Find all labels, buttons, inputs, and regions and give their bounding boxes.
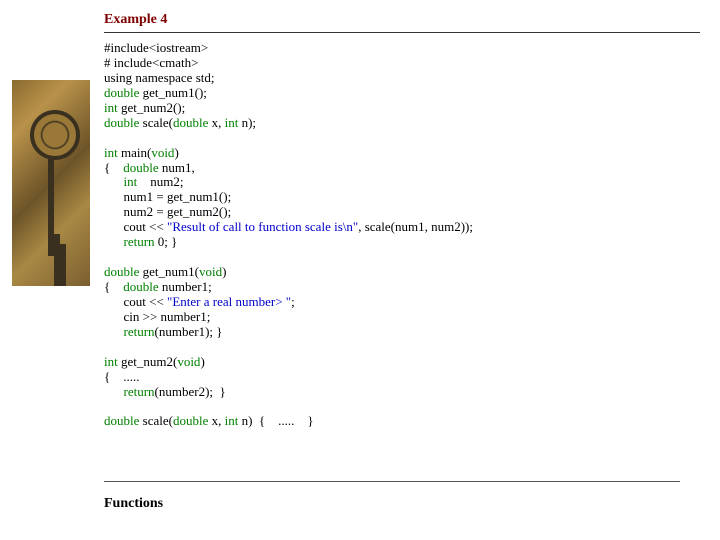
keyword: int (225, 413, 239, 428)
keyword: double (104, 413, 139, 428)
code-line: { ..... (104, 369, 140, 384)
code-text: get_num2(); (118, 100, 186, 115)
footer-text: Functions (104, 496, 163, 512)
code-block: #include<iostream> # include<cmath> usin… (104, 41, 700, 429)
keyword: double (104, 85, 139, 100)
code-line: using namespace std; (104, 70, 214, 85)
code-text: (number2); } (155, 384, 226, 399)
code-text (104, 234, 124, 249)
code-text: get_num1( (139, 264, 199, 279)
string-literal: "Result of call to function scale is\n" (167, 219, 358, 234)
code-text: ) (174, 145, 178, 160)
keyword: void (151, 145, 174, 160)
key-image (12, 80, 90, 286)
code-text: get_num2( (118, 354, 178, 369)
code-text: ) (222, 264, 226, 279)
keyword: void (177, 354, 200, 369)
slide-content: Example 4 #include<iostream> # include<c… (104, 12, 700, 429)
keyword: double (173, 115, 208, 130)
keyword: double (123, 279, 158, 294)
code-text: get_num1(); (139, 85, 207, 100)
code-text: { (104, 279, 123, 294)
code-text: ; (291, 294, 295, 309)
keyword: double (104, 264, 139, 279)
keyword: double (123, 160, 158, 175)
code-text (104, 384, 124, 399)
keyword: double (173, 413, 208, 428)
code-text: { (104, 160, 123, 175)
code-text: n) { ..... } (238, 413, 313, 428)
keyword: return (124, 324, 155, 339)
code-text: num2; (137, 174, 183, 189)
code-text: main( (118, 145, 152, 160)
keyword: int (225, 115, 239, 130)
slide-title: Example 4 (104, 12, 700, 28)
code-line: cin >> number1; (104, 309, 210, 324)
keyword: double (104, 115, 139, 130)
footer-rule (104, 481, 680, 482)
code-text: (number1); } (155, 324, 223, 339)
keyword: return (124, 234, 155, 249)
code-text: ) (200, 354, 204, 369)
code-text: 0; } (155, 234, 178, 249)
code-line: # include<cmath> (104, 55, 198, 70)
code-text: cout << (104, 219, 167, 234)
code-text: x, (208, 115, 224, 130)
code-line: num1 = get_num1(); (104, 189, 231, 204)
code-text: x, (208, 413, 224, 428)
code-text: num1, (159, 160, 195, 175)
code-text: n); (238, 115, 256, 130)
code-line: num2 = get_num2(); (104, 204, 231, 219)
keyword: int (104, 354, 118, 369)
keyword: int (124, 174, 138, 189)
title-rule (104, 32, 700, 33)
code-text: number1; (159, 279, 212, 294)
code-text: scale( (139, 413, 173, 428)
keyword: int (104, 145, 118, 160)
code-text: scale( (139, 115, 173, 130)
keyword: void (199, 264, 222, 279)
keyword: int (104, 100, 118, 115)
string-literal: "Enter a real number> " (167, 294, 291, 309)
code-text (104, 324, 124, 339)
keyword: return (124, 384, 155, 399)
code-text: , scale(num1, num2)); (358, 219, 473, 234)
code-text: cout << (104, 294, 167, 309)
code-text (104, 174, 124, 189)
code-line: #include<iostream> (104, 40, 208, 55)
